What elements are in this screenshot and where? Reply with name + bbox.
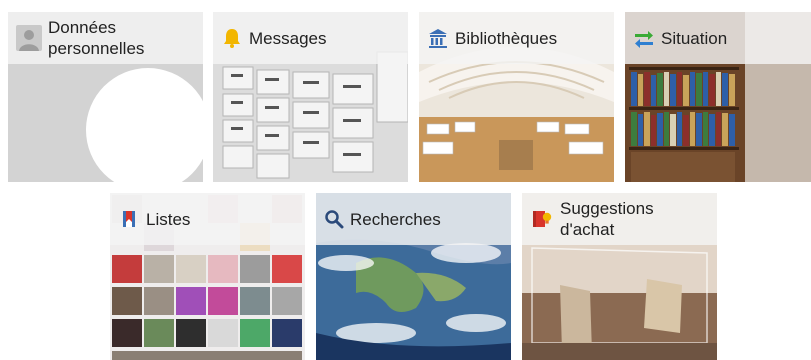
tile-situation-header: Situation <box>625 12 811 64</box>
tile-suggestions-achat[interactable]: Suggestions d'achat <box>522 193 717 360</box>
tile-listes[interactable]: Listes <box>110 193 305 360</box>
tile-messages-label: Messages <box>249 28 327 48</box>
tile-suggestions-label: Suggestions d'achat <box>560 199 654 239</box>
tile-messages-header: Messages <box>213 12 408 64</box>
user-avatar-icon <box>16 25 42 51</box>
swap-arrows-icon <box>633 27 655 49</box>
tile-situation-label: Situation <box>661 28 728 48</box>
book-suggestion-icon <box>530 207 554 231</box>
bookmark-list-icon <box>118 208 140 230</box>
tile-bibliotheques[interactable]: Bibliothèques <box>419 12 614 182</box>
tile-messages[interactable]: Messages <box>213 12 408 182</box>
tile-donnees-header: Données personnelles <box>8 12 203 64</box>
tile-recherches-label: Recherches <box>350 209 441 229</box>
bell-icon <box>221 27 243 49</box>
tile-listes-label: Listes <box>146 209 191 229</box>
search-icon <box>324 209 344 229</box>
tile-bibliotheques-label: Bibliothèques <box>455 28 558 48</box>
tile-bibliotheques-header: Bibliothèques <box>419 12 614 64</box>
tile-donnees-label: Données personnelles <box>48 18 145 58</box>
tile-recherches-header: Recherches <box>316 193 511 245</box>
tile-donnees-personnelles[interactable]: Données personnelles <box>8 12 203 182</box>
library-icon <box>427 27 449 49</box>
tile-listes-header: Listes <box>110 193 305 245</box>
dashboard-tiles: Données personnelles Messages Bibliothèq… <box>0 0 811 360</box>
tile-recherches[interactable]: Recherches <box>316 193 511 360</box>
tile-situation[interactable]: Situation <box>625 12 811 182</box>
tile-suggestions-header: Suggestions d'achat <box>522 193 717 245</box>
